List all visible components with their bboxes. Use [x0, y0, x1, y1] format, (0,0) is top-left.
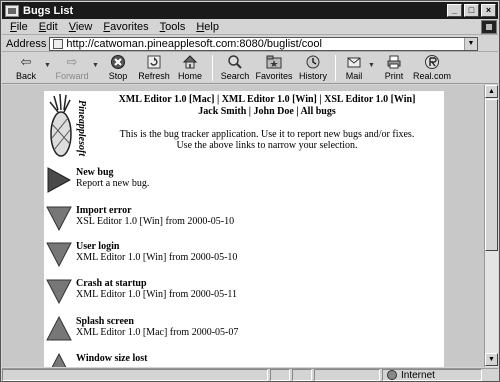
- address-dropdown-icon[interactable]: ▼: [464, 37, 477, 50]
- scroll-thumb[interactable]: [485, 99, 498, 251]
- address-bar: Address http://catwoman.pineapplesoft.co…: [2, 36, 498, 52]
- globe-icon: [387, 370, 397, 380]
- back-arrow-icon: ⇦: [20, 54, 32, 69]
- menu-edit[interactable]: Edit: [39, 21, 58, 33]
- bug-title[interactable]: User login: [76, 241, 237, 252]
- back-dropdown-icon[interactable]: ▼: [44, 62, 52, 69]
- menu-bar: File Edit View Favorites Tools Help: [2, 20, 498, 35]
- address-url[interactable]: http://catwoman.pineapplesoft.com:8080/b…: [66, 38, 464, 50]
- minimize-button[interactable]: _: [447, 4, 462, 17]
- bug-desc: XML Editor 1.0 [Mac] from 2000-05-07: [76, 327, 239, 338]
- product-links[interactable]: XML Editor 1.0 [Mac] | XML Editor 1.0 [W…: [92, 94, 442, 106]
- bug-title[interactable]: Splash screen: [76, 316, 238, 327]
- search-icon: [226, 54, 244, 70]
- realcom-button[interactable]: Real.com: [412, 53, 452, 81]
- triangle-down-icon[interactable]: [46, 278, 72, 304]
- maximize-button[interactable]: □: [464, 4, 479, 17]
- bug-item[interactable]: Crash at startup XML Editor 1.0 [Win] fr…: [46, 278, 237, 304]
- triangle-up-icon[interactable]: [46, 316, 72, 342]
- page-content: Pineapplesoft XML Editor 1.0 [Mac] | XML…: [44, 91, 444, 367]
- bug-title[interactable]: Window size lost: [76, 353, 148, 364]
- forward-dropdown-icon[interactable]: ▼: [92, 62, 100, 69]
- bug-desc: XSL Editor 1.0 [Win] from 2000-05-10: [76, 216, 235, 227]
- status-bar: Internet: [2, 368, 498, 381]
- history-icon: [304, 54, 322, 70]
- forward-button[interactable]: ⇨ Forward: [52, 53, 92, 81]
- home-button[interactable]: Home: [172, 53, 208, 81]
- triangle-up-icon[interactable]: [46, 353, 72, 367]
- history-button[interactable]: History: [295, 53, 331, 81]
- scroll-down-icon[interactable]: ▼: [485, 353, 498, 366]
- stop-button[interactable]: Stop: [100, 53, 136, 81]
- bug-desc: Report a new bug.: [76, 178, 150, 189]
- favorites-folder-icon: [265, 54, 283, 70]
- refresh-icon: [145, 54, 163, 70]
- refresh-button[interactable]: Refresh: [136, 53, 172, 81]
- bug-title[interactable]: Crash at startup: [76, 278, 237, 289]
- page-icon: [53, 38, 64, 49]
- bug-item[interactable]: Window size lost: [46, 353, 148, 367]
- stop-icon: [109, 54, 127, 70]
- toolbar: ⇦ Back ▼ ⇨ Forward ▼ Stop Refresh Home S…: [2, 53, 498, 84]
- security-zone: Internet: [382, 369, 482, 381]
- mail-dropdown-icon[interactable]: ▼: [368, 62, 376, 69]
- bug-item[interactable]: Splash screen XML Editor 1.0 [Mac] from …: [46, 316, 238, 342]
- address-field[interactable]: http://catwoman.pineapplesoft.com:8080/b…: [49, 36, 478, 51]
- print-icon: [385, 54, 403, 70]
- print-button[interactable]: Print: [376, 53, 412, 81]
- bug-title[interactable]: New bug: [76, 167, 149, 178]
- windows-logo-icon: [481, 20, 497, 34]
- status-text: [2, 369, 268, 381]
- intro-text: This is the bug tracker application. Use…: [119, 129, 415, 151]
- product-filter-links: XML Editor 1.0 [Mac] | XML Editor 1.0 [W…: [92, 94, 442, 118]
- triangle-down-icon[interactable]: [46, 205, 72, 231]
- bug-item[interactable]: Import error XSL Editor 1.0 [Win] from 2…: [46, 205, 234, 231]
- search-button[interactable]: Search: [217, 53, 253, 81]
- menu-favorites[interactable]: Favorites: [103, 21, 148, 33]
- menu-view[interactable]: View: [69, 21, 93, 33]
- menu-tools[interactable]: Tools: [160, 21, 186, 33]
- browser-icon: [5, 4, 19, 17]
- close-button[interactable]: ×: [481, 4, 496, 17]
- vertical-scrollbar[interactable]: ▲ ▼: [484, 85, 498, 367]
- favorites-button[interactable]: Favorites: [253, 53, 295, 81]
- title-bar[interactable]: Bugs List _ □ ×: [2, 2, 498, 19]
- user-links[interactable]: Jack Smith | John Doe | All bugs: [92, 106, 442, 118]
- mail-button[interactable]: Mail: [340, 53, 368, 81]
- scroll-up-icon[interactable]: ▲: [485, 85, 498, 98]
- menu-help[interactable]: Help: [196, 21, 219, 33]
- play-right-icon[interactable]: [46, 167, 72, 193]
- logo-text: Pineapplesoft: [76, 100, 86, 157]
- bug-desc: XML Editor 1.0 [Win] from 2000-05-11: [76, 289, 238, 300]
- new-bug-item[interactable]: New bug Report a new bug.: [46, 167, 149, 193]
- mail-icon: [345, 54, 363, 70]
- realcom-icon: [423, 54, 441, 70]
- forward-arrow-icon: ⇨: [66, 54, 78, 69]
- back-button[interactable]: ⇦ Back: [8, 53, 44, 81]
- menu-file[interactable]: File: [10, 21, 28, 33]
- triangle-down-icon[interactable]: [46, 241, 72, 267]
- page-viewport[interactable]: Pineapplesoft XML Editor 1.0 [Mac] | XML…: [2, 85, 484, 367]
- browser-window: Bugs List _ □ × File Edit View Favorites…: [0, 0, 500, 382]
- bug-desc: XML Editor 1.0 [Win] from 2000-05-10: [76, 252, 238, 263]
- pineapplesoft-logo: Pineapplesoft: [46, 93, 87, 174]
- bug-title[interactable]: Import error: [76, 205, 234, 216]
- bug-item[interactable]: User login XML Editor 1.0 [Win] from 200…: [46, 241, 237, 267]
- address-label: Address: [6, 37, 47, 50]
- home-icon: [181, 54, 199, 70]
- window-title: Bugs List: [23, 4, 74, 17]
